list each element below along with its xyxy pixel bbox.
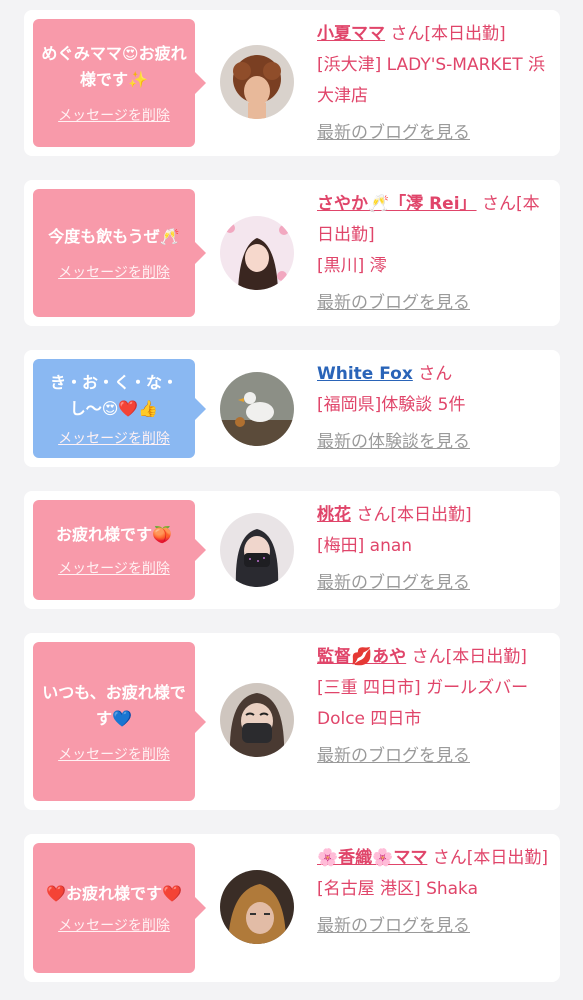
review-count: [福岡県]体験談 5件 [317,395,466,415]
delete-message-link[interactable]: メッセージを削除 [58,105,170,125]
sender-info: 監督💋あや さん[本日出勤] [三重 四日市] ガールズバー Dolce 四日市… [317,642,550,772]
delete-message-link[interactable]: メッセージを削除 [58,262,170,282]
avatar[interactable] [220,372,294,446]
message-bubble: き・お・く・な・し〜😍❤️👍 メッセージを削除 [33,359,206,458]
message-bubble: めぐみママ😍お疲れ様です✨ メッセージを削除 [33,19,206,147]
latest-blog-link[interactable]: 最新のブログを見る [317,911,550,942]
sender-info: White Fox さん [福岡県]体験談 5件 最新の体験談を見る [317,359,550,458]
message-bubble: いつも、お疲れ様です💙 メッセージを削除 [33,642,206,801]
sender-status: さん[本日出勤] [432,848,549,868]
sender-name-link[interactable]: 監督💋あや [317,647,406,667]
avatar[interactable] [220,513,294,587]
latest-blog-link[interactable]: 最新のブログを見る [317,568,550,599]
sender-info: 小夏ママ さん[本日出勤] [浜大津] LADY'S-MARKET 浜大津店 最… [317,19,550,149]
sender-name-link[interactable]: White Fox [317,364,413,384]
shop-location: [名古屋 港区] Shaka [317,879,479,899]
sender-name-link[interactable]: 桃花 [317,505,351,525]
shop-location: [三重 四日市] ガールズバー Dolce 四日市 [317,678,529,729]
sender-status: さん[本日出勤] [356,505,472,525]
latest-blog-link[interactable]: 最新のブログを見る [317,741,550,772]
message-text: ❤️お疲れ様です❤️ [46,884,182,903]
message-card: お疲れ様です🍑 メッセージを削除 桃花 さん[本日出勤] [梅田] anan 最… [24,491,560,609]
sender-status: さん[本日出勤] [411,647,527,667]
latest-review-link[interactable]: 最新の体験談を見る [317,427,550,458]
delete-message-link[interactable]: メッセージを削除 [58,558,170,578]
message-card: ❤️お疲れ様です❤️ メッセージを削除 🌸香織🌸ママ さん[本日出勤] [名古屋… [24,834,560,982]
message-text: 今度も飲もうぜ🥂 [48,227,180,246]
message-text: いつも、お疲れ様です💙 [42,682,186,728]
delete-message-link[interactable]: メッセージを削除 [58,915,170,935]
message-card: めぐみママ😍お疲れ様です✨ メッセージを削除 小夏ママ さん[本日出勤] [浜大… [24,10,560,156]
message-bubble: ❤️お疲れ様です❤️ メッセージを削除 [33,843,206,973]
message-text: き・お・く・な・し〜😍❤️👍 [49,372,178,418]
message-card: き・お・く・な・し〜😍❤️👍 メッセージを削除 White Fox さん [福岡… [24,350,560,467]
message-bubble: お疲れ様です🍑 メッセージを削除 [33,500,206,600]
avatar[interactable] [220,45,294,119]
latest-blog-link[interactable]: 最新のブログを見る [317,288,550,319]
sender-info: 桃花 さん[本日出勤] [梅田] anan 最新のブログを見る [317,500,550,599]
message-bubble: 今度も飲もうぜ🥂 メッセージを削除 [33,189,206,317]
message-text: めぐみママ😍お疲れ様です✨ [41,44,187,89]
sender-status: さん[本日出勤] [390,24,506,44]
avatar[interactable] [220,216,294,290]
shop-location: [黒川] 澪 [317,256,387,276]
avatar[interactable] [220,870,294,944]
delete-message-link[interactable]: メッセージを削除 [58,428,170,448]
latest-blog-link[interactable]: 最新のブログを見る [317,118,550,149]
sender-name-link[interactable]: さやか🥂「澪 Rei」 [317,194,477,214]
sender-info: 🌸香織🌸ママ さん[本日出勤] [名古屋 港区] Shaka 最新のブログを見る [317,843,550,942]
message-text: お疲れ様です🍑 [56,525,172,544]
shop-location: [浜大津] LADY'S-MARKET 浜大津店 [317,55,546,106]
message-card: いつも、お疲れ様です💙 メッセージを削除 監督💋あや さん[本日出勤] [三重 … [24,633,560,810]
sender-name-link[interactable]: 🌸香織🌸ママ [317,848,427,868]
delete-message-link[interactable]: メッセージを削除 [58,744,170,764]
message-card: 今度も飲もうぜ🥂 メッセージを削除 さやか🥂「澪 Rei」 さん[本日出勤] [… [24,180,560,326]
sender-name-link[interactable]: 小夏ママ [317,24,385,44]
sender-info: さやか🥂「澪 Rei」 さん[本日出勤] [黒川] 澪 最新のブログを見る [317,189,550,319]
avatar[interactable] [220,683,294,757]
sender-status: さん [418,364,453,384]
shop-location: [梅田] anan [317,536,413,556]
